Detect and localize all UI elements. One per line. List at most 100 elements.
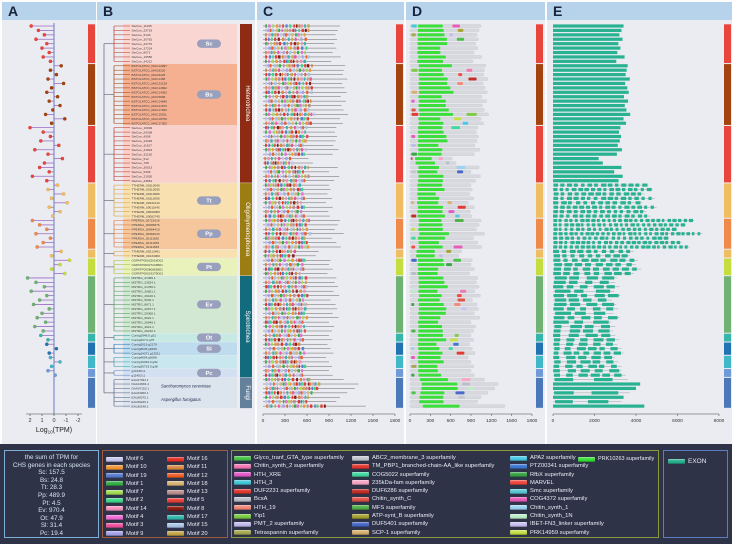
legend-item-superfamily: HTH_19 bbox=[234, 504, 352, 512]
tree-tip-label: MSTRG_9622.1 bbox=[132, 316, 155, 320]
exon-block bbox=[632, 268, 637, 271]
motif-block bbox=[293, 24, 295, 27]
legend-item-superfamily-swatch bbox=[234, 530, 251, 535]
motif-block bbox=[303, 104, 305, 107]
motif-block bbox=[286, 387, 288, 390]
exon-block bbox=[553, 170, 614, 173]
motif-block bbox=[305, 276, 307, 279]
motif-block bbox=[301, 117, 303, 120]
exon-block bbox=[602, 219, 605, 222]
motif-block bbox=[301, 24, 303, 27]
motif-block bbox=[271, 175, 272, 178]
exon-block bbox=[638, 228, 641, 231]
lollipop-dot bbox=[42, 329, 45, 332]
motif-block bbox=[265, 351, 267, 354]
motif-block bbox=[293, 148, 295, 151]
domain-block bbox=[411, 290, 415, 293]
motif-block bbox=[293, 338, 295, 341]
motif-block bbox=[274, 38, 276, 41]
motif-block bbox=[266, 77, 268, 80]
motif-block bbox=[269, 153, 271, 156]
domain-prk10263 bbox=[418, 334, 443, 337]
legend-item-superfamily: COG4372 superfamily bbox=[510, 495, 638, 503]
motif-block bbox=[279, 206, 281, 209]
legend-item-superfamily: Smc superfamily bbox=[510, 487, 638, 495]
legend-item-superfamily-label: Yip1 bbox=[254, 513, 265, 519]
exon-block bbox=[559, 241, 563, 244]
exon-block bbox=[596, 232, 599, 235]
exon-block bbox=[619, 250, 623, 253]
tree-tip-label: Contig4804.g5088 bbox=[132, 356, 158, 360]
exon-block bbox=[666, 228, 670, 231]
motif-block bbox=[282, 24, 284, 27]
motif-block bbox=[301, 33, 302, 36]
exon-block bbox=[574, 351, 580, 354]
exon-block bbox=[619, 245, 622, 248]
motif-block bbox=[277, 312, 279, 315]
motif-block bbox=[285, 281, 286, 284]
exon-block bbox=[560, 206, 565, 209]
species-strip-a bbox=[88, 64, 95, 125]
legend-item-superfamily-swatch bbox=[510, 505, 527, 510]
motif-block bbox=[265, 316, 267, 319]
motif-block bbox=[273, 95, 274, 98]
motif-block bbox=[268, 60, 270, 63]
motif-block bbox=[306, 95, 308, 98]
motif-block bbox=[283, 391, 284, 394]
legend-item-motif-label: Motif 4 bbox=[126, 514, 143, 520]
domain-block bbox=[453, 259, 461, 262]
motif-block bbox=[274, 166, 276, 169]
domain-prk10263 bbox=[416, 250, 434, 253]
motif-block bbox=[302, 135, 304, 138]
motif-block bbox=[277, 396, 279, 399]
motif-block bbox=[293, 294, 295, 297]
exon-block bbox=[570, 245, 573, 248]
motif-block bbox=[296, 290, 298, 293]
exon-block bbox=[553, 157, 599, 160]
motif-block bbox=[268, 316, 270, 319]
exon-block bbox=[610, 347, 617, 350]
motif-block bbox=[268, 170, 269, 173]
motif-block bbox=[279, 122, 280, 125]
motif-block bbox=[279, 250, 281, 253]
domain-block bbox=[411, 201, 414, 204]
panel-expression: A 210-1-2Log10(TPM) bbox=[2, 2, 96, 444]
exon-block bbox=[572, 259, 578, 262]
motif-block bbox=[289, 95, 291, 98]
motif-block bbox=[288, 285, 290, 288]
motif-block bbox=[300, 126, 302, 129]
motif-block bbox=[270, 100, 272, 103]
exon-block bbox=[570, 223, 574, 226]
motif-block bbox=[283, 351, 285, 354]
lollipop-dot bbox=[55, 73, 58, 76]
motif-block bbox=[284, 77, 286, 80]
exon-block bbox=[661, 228, 665, 231]
x-tick-label: 1 bbox=[40, 418, 43, 424]
legend-item-superfamily-label: PRK14959 superfamily bbox=[530, 530, 589, 536]
legend-item-superfamily: COG5022 superfamily bbox=[352, 471, 510, 479]
lollipop-dot bbox=[48, 351, 51, 354]
motif-block bbox=[274, 42, 276, 45]
tpm-legend-item: Pc: 19.4 bbox=[5, 530, 98, 538]
motif-block bbox=[314, 405, 316, 408]
motif-block bbox=[288, 91, 290, 94]
motif-block bbox=[304, 175, 306, 178]
exon-block bbox=[642, 184, 647, 187]
exon-block bbox=[554, 316, 565, 319]
domain-block bbox=[458, 299, 466, 302]
domain-prk10263 bbox=[419, 352, 443, 355]
legend-item-superfamily: PMT_2 superfamily bbox=[234, 520, 352, 528]
exon-block bbox=[665, 232, 668, 235]
motif-block bbox=[295, 241, 297, 244]
motif-block bbox=[270, 139, 272, 142]
motif-block bbox=[279, 281, 281, 284]
motif-block bbox=[281, 223, 282, 226]
lollipop-dot bbox=[37, 29, 40, 32]
motif-block bbox=[289, 405, 291, 408]
exon-block bbox=[570, 325, 582, 328]
motif-block bbox=[268, 122, 270, 125]
exon-block bbox=[591, 219, 595, 222]
tpm-legend-item: Pt: 4.5 bbox=[5, 500, 98, 508]
exon-block bbox=[603, 245, 606, 248]
motif-block bbox=[271, 374, 273, 377]
